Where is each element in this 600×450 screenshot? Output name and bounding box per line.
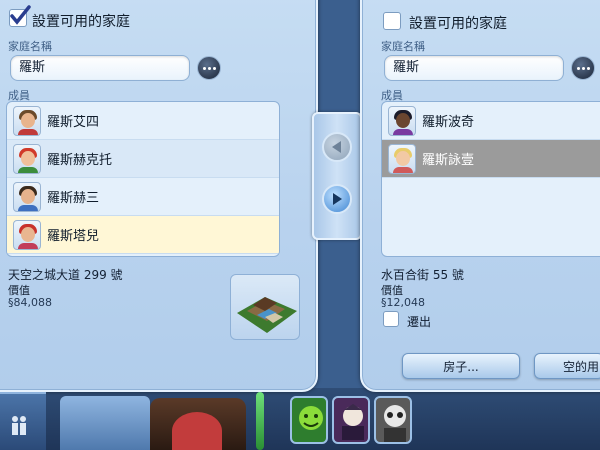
right-value: §12,048 — [381, 296, 425, 309]
sim-icon[interactable] — [374, 396, 412, 444]
move-out-checkbox[interactable] — [383, 311, 399, 327]
left-available-checkbox[interactable] — [9, 5, 31, 27]
bottom-control-area — [60, 396, 150, 450]
transfer-controls — [312, 112, 362, 240]
left-address: 天空之城大道 299 號 — [8, 268, 123, 282]
member-name: 羅斯赫三 — [47, 191, 100, 206]
avatar — [388, 105, 416, 136]
right-family-name-input[interactable]: 羅斯 — [384, 55, 564, 81]
left-value: §84,088 — [8, 296, 52, 309]
sim-portrait-frame — [150, 398, 246, 450]
avatar — [13, 105, 41, 136]
left-available-label: 設置可用的家庭 — [32, 14, 130, 30]
left-members-list: 羅斯艾四 羅斯赫克托 羅斯赫三 羅斯塔兒 — [6, 101, 280, 257]
left-family-name-label: 家庭名稱 — [8, 40, 52, 53]
right-family-name-label: 家庭名稱 — [381, 40, 425, 53]
list-item[interactable]: 羅斯赫克托 — [7, 140, 279, 178]
member-name: 羅斯赫克托 — [47, 153, 113, 168]
member-name: 羅斯波奇 — [422, 115, 475, 130]
list-item[interactable]: 羅斯赫三 — [7, 178, 279, 216]
sim-icon[interactable] — [332, 396, 370, 444]
move-left-button[interactable] — [322, 132, 352, 162]
member-name: 羅斯詠壹 — [422, 153, 475, 168]
move-right-button[interactable] — [322, 184, 352, 214]
move-out-label: 遷出 — [407, 315, 432, 329]
list-item[interactable]: 羅斯波奇 — [382, 102, 600, 140]
empty-lot-button[interactable]: 空的用 — [534, 353, 600, 379]
left-more-options-button[interactable] — [197, 56, 221, 80]
right-address: 水百合街 55 號 — [381, 268, 464, 282]
right-available-checkbox[interactable] — [383, 12, 401, 30]
lot-thumbnail — [230, 274, 300, 340]
mood-bar — [256, 392, 264, 450]
sim-icon[interactable] — [290, 396, 328, 444]
list-item[interactable]: 羅斯詠壹 — [382, 140, 600, 178]
list-item[interactable]: 羅斯艾四 — [7, 102, 279, 140]
avatar — [13, 143, 41, 174]
right-available-label: 設置可用的家庭 — [409, 16, 507, 32]
bottom-left-ui — [0, 392, 46, 450]
right-members-list: 羅斯波奇 羅斯詠壹 — [381, 101, 600, 257]
member-name: 羅斯塔兒 — [47, 229, 100, 244]
sims-figures-icon — [12, 416, 26, 435]
house-button[interactable]: 房子... — [402, 353, 520, 379]
avatar — [13, 181, 41, 212]
avatar — [13, 219, 41, 250]
check-icon — [10, 5, 31, 25]
arrow-left-icon — [332, 141, 341, 153]
arrow-right-icon — [333, 193, 342, 205]
right-more-options-button[interactable] — [571, 56, 595, 80]
left-family-name-input[interactable]: 羅斯 — [10, 55, 190, 81]
member-name: 羅斯艾四 — [47, 115, 100, 130]
list-item[interactable]: 羅斯塔兒 — [7, 216, 279, 254]
avatar — [388, 143, 416, 174]
